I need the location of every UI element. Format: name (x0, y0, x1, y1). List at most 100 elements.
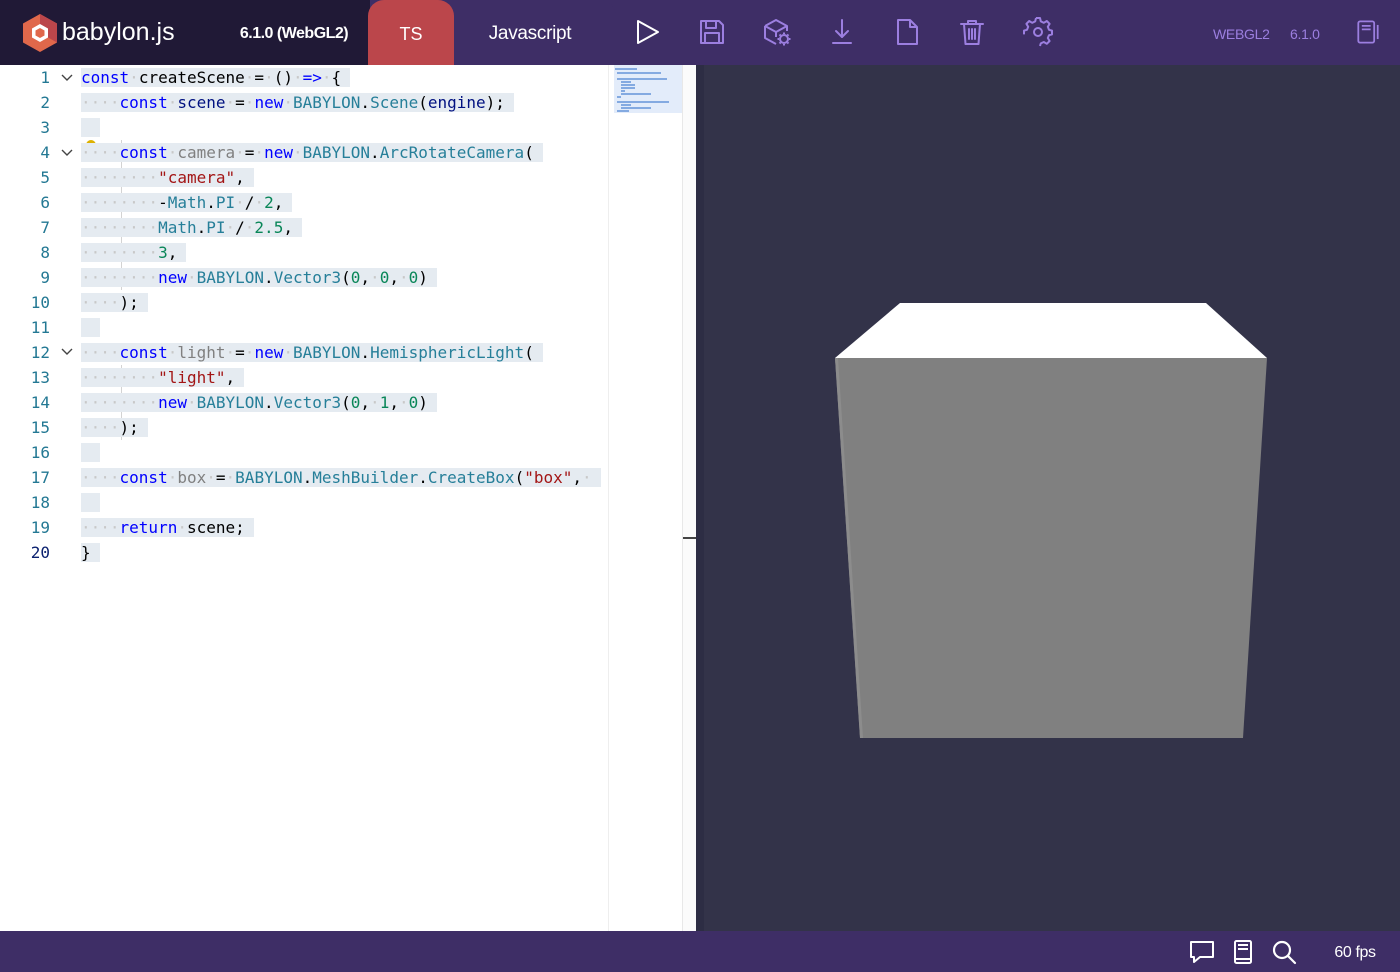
engine-version-label[interactable]: 6.1.0 (1290, 0, 1320, 65)
search-icon (1272, 940, 1297, 965)
code-line: ····const·scene·=·new·BABYLON.Scene(engi… (81, 90, 514, 115)
code-line: const·createScene·=·()·=>·{ (81, 65, 351, 90)
logo-text: babylon.js (62, 18, 175, 46)
minimap-line (617, 72, 661, 74)
code-line: ········new·BABYLON.Vector3(0,·0,·0) (81, 265, 437, 290)
code-line: ····const·camera·=·new·BABYLON.ArcRotate… (81, 140, 543, 165)
code-editor[interactable]: 1 2 3 4 5 6 7 8 9 10 11 12 13 14 15 16 1… (0, 65, 696, 931)
logo[interactable]: babylon.js (0, 0, 220, 65)
line-number: 19 (30, 518, 50, 537)
version-selector[interactable]: 6.1.0 (WebGL2) (220, 0, 370, 65)
settings-icon (1023, 17, 1053, 47)
code-line: ····); (81, 415, 148, 440)
save-icon (700, 20, 724, 44)
scrollbar-position-marker (683, 537, 696, 539)
code-line: ········"light", (81, 365, 245, 390)
line-number: 11 (30, 318, 50, 337)
line-number: 7 (40, 218, 50, 237)
search-button[interactable] (1270, 938, 1298, 966)
delete-icon (960, 20, 984, 45)
minimap-line (621, 93, 651, 95)
minimap-line (617, 101, 669, 103)
tab-javascript-label: Javascript (488, 23, 572, 44)
minimap-line (615, 68, 637, 70)
line-number: 10 (30, 293, 50, 312)
examples-button[interactable] (1353, 15, 1383, 49)
run-button[interactable] (630, 15, 664, 49)
inspector-icon (764, 19, 791, 46)
line-number: 4 (40, 143, 50, 162)
minimap-line (621, 104, 631, 106)
code-line (81, 490, 100, 515)
tab-typescript[interactable]: TS (368, 0, 454, 65)
line-number: 14 (30, 393, 50, 412)
minimap-line (617, 110, 629, 112)
line-number: 9 (40, 268, 50, 287)
code-line (81, 315, 100, 340)
new-file-icon (897, 19, 918, 45)
settings-button[interactable] (1021, 15, 1055, 49)
line-number: 5 (40, 168, 50, 187)
line-number: 2 (40, 93, 50, 112)
engine-label[interactable]: WEBGL2 (1213, 0, 1270, 65)
minimap-line (621, 107, 651, 109)
fold-chevron-icon[interactable] (60, 146, 74, 160)
line-number: 15 (30, 418, 50, 437)
line-number: 1 (40, 68, 50, 87)
new-button[interactable] (890, 15, 924, 49)
babylon-logo-icon (23, 14, 57, 52)
tab-javascript[interactable]: Javascript (444, 0, 616, 65)
save-button[interactable] (695, 15, 729, 49)
code-line: ········new·BABYLON.Vector3(0,·1,·0) (81, 390, 437, 415)
line-number: 3 (40, 118, 50, 137)
line-number: 16 (30, 443, 50, 462)
code-line: ····const·light·=·new·BABYLON.Hemispheri… (81, 340, 543, 365)
line-number: 6 (40, 193, 50, 212)
code-area[interactable]: const·createScene·=·()·=>·{ ····const·sc… (81, 65, 608, 931)
fold-chevron-icon[interactable] (60, 71, 74, 85)
docs-icon (1234, 940, 1252, 964)
top-bar: babylon.js 6.1.0 (WebGL2) Javascript TS (0, 0, 1400, 65)
minimap-line (621, 90, 625, 92)
minimap-line (621, 84, 635, 86)
line-number-gutter: 1 2 3 4 5 6 7 8 9 10 11 12 13 14 15 16 1… (0, 65, 80, 931)
code-line: ········-Math.PI·/·2, (81, 190, 293, 215)
line-number: 18 (30, 493, 50, 512)
download-icon (832, 19, 852, 44)
code-line: } (81, 540, 100, 565)
version-label: 6.1.0 (WebGL2) (239, 25, 349, 42)
fold-chevron-icon[interactable] (60, 345, 74, 359)
minimap-line (617, 96, 621, 98)
documentation-button[interactable] (1229, 938, 1257, 966)
code-line (81, 115, 100, 140)
box-mesh-top-face (835, 303, 1267, 358)
status-bar: 60 fps (0, 931, 1400, 972)
minimap[interactable] (608, 65, 682, 931)
line-number: 17 (30, 468, 50, 487)
inspector-button[interactable] (760, 15, 794, 49)
code-line (81, 440, 100, 465)
pane-splitter[interactable] (696, 65, 704, 931)
code-line: ····); (81, 290, 148, 315)
examples-icon (1357, 20, 1379, 44)
render-canvas[interactable] (704, 65, 1400, 931)
code-line: ········3, (81, 240, 187, 265)
feedback-icon (1190, 941, 1214, 963)
line-number-current: 20 (30, 543, 50, 562)
code-line: ····return·scene; (81, 515, 254, 540)
vertical-scrollbar[interactable] (682, 65, 696, 931)
fps-counter: 60 fps (1334, 944, 1376, 961)
line-number: 8 (40, 243, 50, 262)
box-mesh-front-face (835, 358, 1267, 738)
code-line: ········Math.PI·/·2.5, (81, 215, 302, 240)
code-line: ········"camera", (81, 165, 254, 190)
minimap-line (621, 81, 631, 83)
tab-typescript-label: TS (399, 24, 423, 44)
play-icon (637, 20, 659, 44)
line-number: 12 (30, 343, 50, 362)
download-button[interactable] (825, 15, 859, 49)
minimap-line (621, 87, 635, 89)
code-line: ····const·box·=·BABYLON.MeshBuilder.Crea… (81, 465, 601, 490)
feedback-button[interactable] (1188, 938, 1216, 966)
clear-button[interactable] (955, 15, 989, 49)
